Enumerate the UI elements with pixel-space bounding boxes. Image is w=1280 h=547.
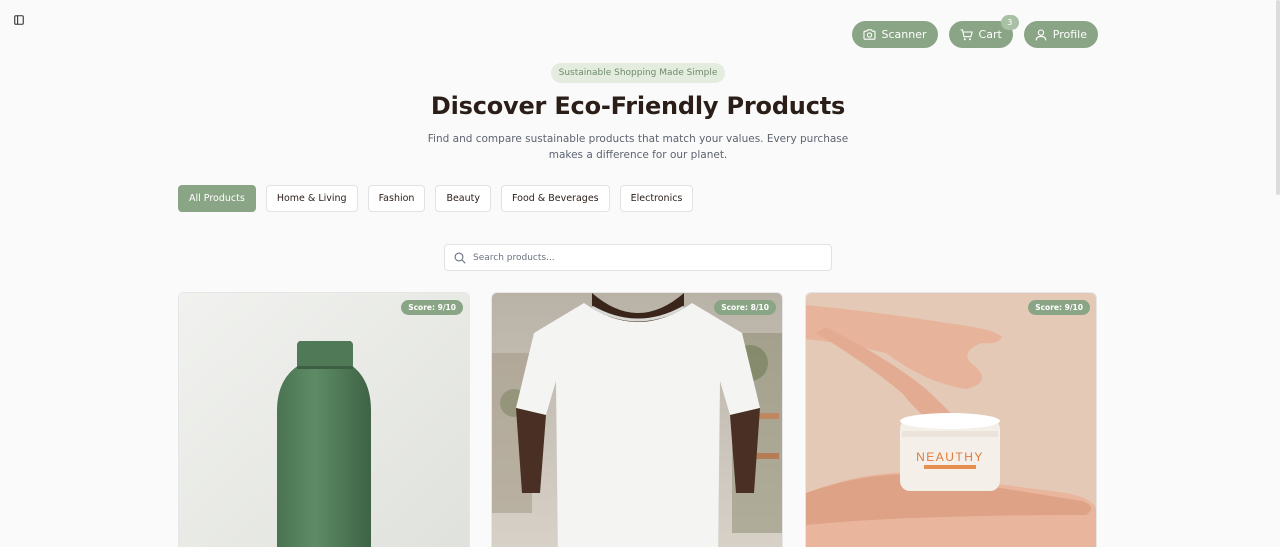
- filter-electronics[interactable]: Electronics: [619, 185, 694, 212]
- sidebar-toggle-icon[interactable]: [11, 12, 27, 28]
- scanner-button[interactable]: Scanner: [851, 21, 938, 48]
- profile-button[interactable]: Profile: [1023, 21, 1098, 48]
- product-image-tshirt: [492, 293, 782, 547]
- search-bar: [444, 244, 832, 271]
- jar-brand-text: NEAUTHY: [916, 450, 984, 464]
- profile-label: Profile: [1052, 28, 1087, 41]
- scanner-label: Scanner: [881, 28, 927, 41]
- product-image-cream-jar: NEAUTHY: [806, 293, 1096, 547]
- eco-score-badge: Score: 9/10: [401, 300, 463, 315]
- search-icon: [454, 252, 466, 264]
- top-nav: Scanner Cart 3 Profile: [851, 15, 1098, 48]
- filter-home-living[interactable]: Home & Living: [265, 185, 358, 212]
- tagline-badge: Sustainable Shopping Made Simple: [551, 63, 725, 83]
- cart-count-badge: 3: [1000, 15, 1019, 30]
- cart-icon: [960, 28, 973, 40]
- product-image-bottle: [179, 293, 469, 547]
- product-card[interactable]: Score: 9/10: [178, 292, 470, 547]
- page: Scanner Cart 3 Profile Sustainable Shopp…: [0, 0, 1280, 547]
- filter-fashion[interactable]: Fashion: [367, 185, 426, 212]
- product-card[interactable]: Score: 8/10: [491, 292, 783, 547]
- category-filters: All Products Home & Living Fashion Beaut…: [178, 185, 694, 212]
- cart-label: Cart: [978, 28, 1002, 41]
- filter-all-products[interactable]: All Products: [178, 185, 256, 212]
- search-input[interactable]: [473, 252, 831, 263]
- page-scrollbar[interactable]: [1276, 0, 1280, 195]
- page-title: Discover Eco-Friendly Products: [430, 92, 846, 120]
- eco-score-badge: Score: 9/10: [1028, 300, 1090, 315]
- page-subtitle: Find and compare sustainable products th…: [427, 133, 849, 161]
- filter-beauty[interactable]: Beauty: [435, 185, 491, 212]
- eco-score-badge: Score: 8/10: [714, 300, 776, 315]
- cart-button[interactable]: Cart 3: [948, 15, 1019, 48]
- camera-icon: [862, 29, 876, 40]
- filter-food-beverages[interactable]: Food & Beverages: [501, 185, 610, 212]
- user-icon: [1035, 28, 1047, 40]
- product-card[interactable]: NEAUTHY Score: 9/10: [805, 292, 1097, 547]
